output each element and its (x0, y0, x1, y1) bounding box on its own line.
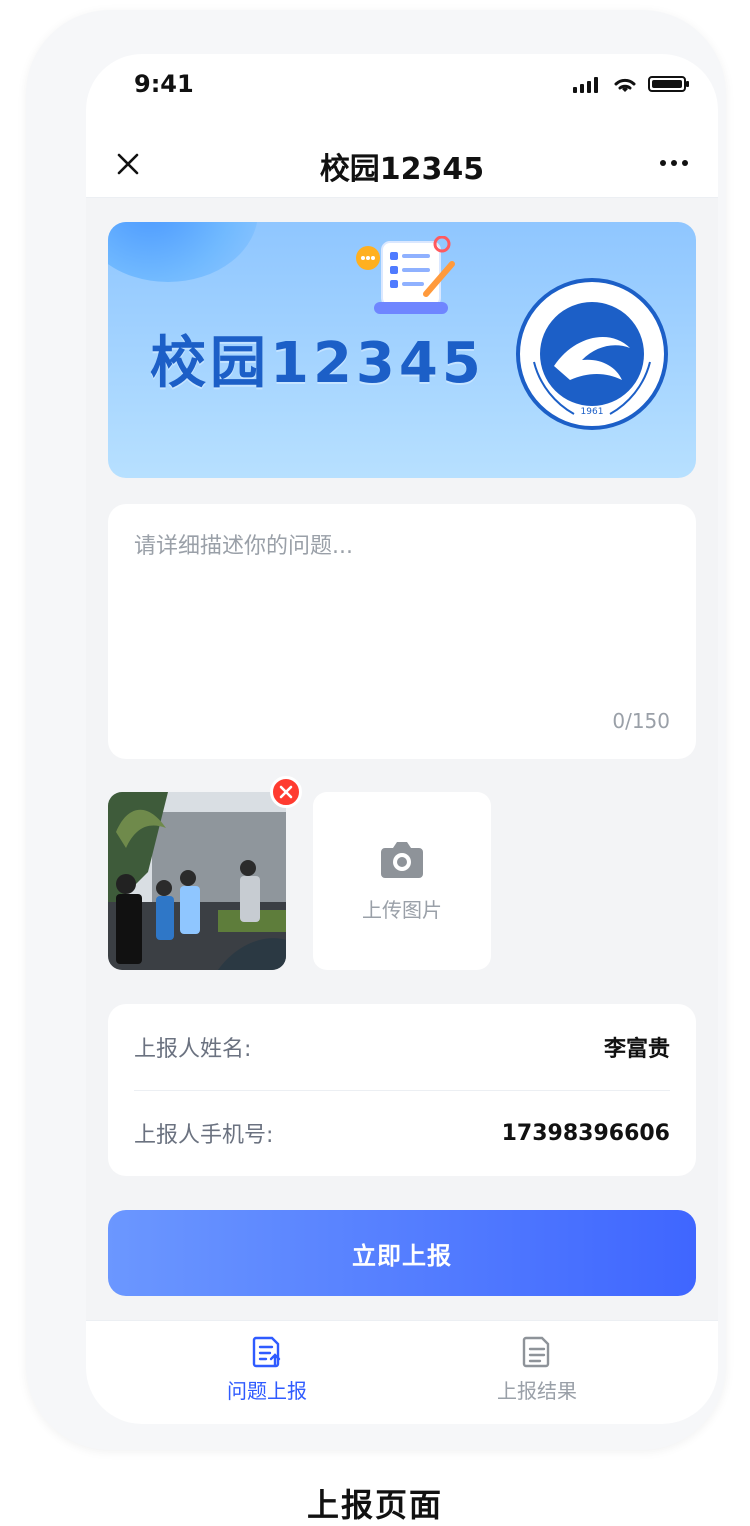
phone-frame: 9:41 校园12345 校园12345 1961 请详细描述你的问题... 0… (26, 10, 726, 1450)
remove-photo-button[interactable] (270, 776, 302, 808)
tab-report[interactable]: 问题上报 (182, 1335, 352, 1415)
status-icons (572, 74, 690, 94)
college-logo: 1961 (516, 278, 668, 430)
tab-results-label: 上报结果 (497, 1379, 577, 1403)
battery-icon (648, 76, 689, 92)
document-icon (522, 1336, 550, 1368)
uploaded-photo[interactable] (108, 792, 286, 970)
more-icon[interactable] (658, 150, 690, 176)
tab-results[interactable]: 上报结果 (452, 1335, 622, 1415)
reporter-phone-row: 上报人手机号: 17398396606 (134, 1090, 670, 1176)
reporter-phone-label: 上报人手机号: (134, 1123, 274, 1148)
banner: 校园12345 1961 (108, 222, 696, 478)
description-card: 0/150 (108, 504, 696, 759)
reporter-name-value[interactable]: 李富贵 (604, 1031, 670, 1063)
photo-row: 上传图片 (108, 776, 696, 972)
status-time: 9:41 (134, 70, 194, 98)
description-input[interactable] (134, 528, 664, 698)
close-icon (279, 785, 293, 799)
wifi-icon (614, 78, 636, 92)
photo-thumbnail (108, 792, 286, 970)
submit-button[interactable]: 立即上报 (108, 1210, 696, 1296)
upload-photo-button[interactable]: 上传图片 (313, 792, 491, 970)
reporter-name-row: 上报人姓名: 李富贵 (134, 1004, 670, 1090)
status-bar: 9:41 (86, 54, 718, 134)
reporter-info-card: 上报人姓名: 李富贵 上报人手机号: 17398396606 (108, 1004, 696, 1176)
banner-title: 校园12345 (150, 331, 485, 396)
signal-icon (573, 77, 598, 93)
reporter-name-label: 上报人姓名: (134, 1037, 252, 1062)
char-counter: 0/150 (612, 709, 670, 733)
nav-bar: 校园12345 (86, 134, 718, 198)
page-title: 校园12345 (319, 152, 485, 187)
seal-year: 1961 (581, 407, 604, 417)
tab-bar: 问题上报 上报结果 (86, 1320, 718, 1424)
upload-label: 上传图片 (362, 897, 442, 922)
screen-caption: 上报页面 (306, 1486, 443, 1524)
camera-icon (381, 841, 423, 878)
phone-screen: 9:41 校园12345 校园12345 1961 请详细描述你的问题... 0… (86, 54, 718, 1424)
reporter-phone-value[interactable]: 17398396606 (502, 1121, 670, 1146)
report-upload-icon (252, 1336, 281, 1368)
report-illustration-icon (356, 236, 455, 314)
banner-decor (108, 222, 258, 282)
tab-report-label: 问题上报 (227, 1379, 307, 1403)
